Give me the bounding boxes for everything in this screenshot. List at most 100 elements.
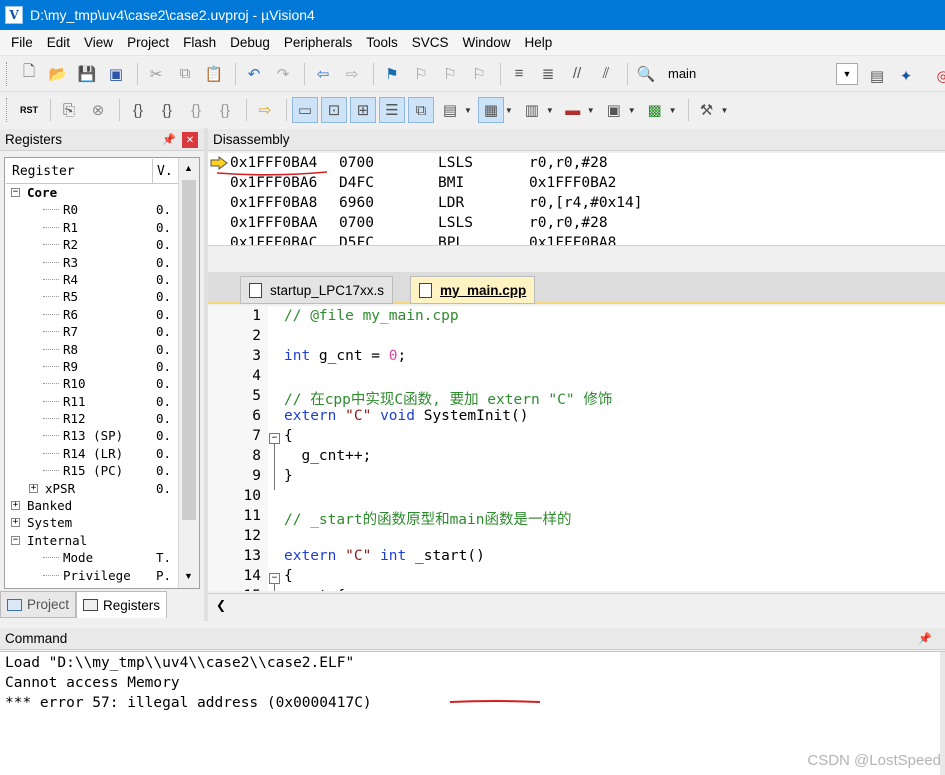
command-output[interactable]: Load "D:\\my_tmp\\uv4\\case2\\case2.ELF"… [0, 651, 945, 775]
expand-icon[interactable]: + [11, 501, 20, 511]
toolbar-grip[interactable] [6, 61, 10, 86]
register-value[interactable]: 0. [156, 427, 171, 444]
code-line[interactable]: extern "C" int _start() [284, 548, 485, 568]
menu-svcs[interactable]: SVCS [405, 35, 456, 50]
code-line[interactable]: { [284, 428, 293, 448]
tools-icon[interactable]: ⚒ [694, 97, 720, 123]
chevron-down-icon[interactable]: ▼ [464, 106, 472, 115]
code-line[interactable]: ret { [284, 588, 345, 591]
tab-project[interactable]: Project [0, 591, 77, 618]
register-value[interactable]: 0. [156, 410, 171, 427]
chevron-down-icon[interactable]: ▼ [546, 106, 554, 115]
menu-file[interactable]: File [4, 35, 40, 50]
code-line[interactable]: // @file my_main.cpp [284, 308, 459, 328]
chevron-down-icon[interactable]: ▼ [587, 106, 595, 115]
register-row[interactable]: R13 (SP) 0. [5, 427, 181, 444]
copy-icon[interactable]: ⧉ [172, 61, 198, 87]
bookmark-prev-icon[interactable]: ⚐ [408, 61, 434, 87]
collapse-icon[interactable]: − [11, 188, 20, 197]
code-line[interactable]: // 在cpp中实现C函数, 要加 extern "C" 修饰 [284, 388, 612, 408]
find-in-files-icon[interactable]: 🔍 [633, 61, 659, 87]
menu-peripherals[interactable]: Peripherals [277, 35, 359, 50]
disassembly-row[interactable]: 0x1FFF0BAC D5FC BPL 0x1FFF0BA8 [208, 233, 945, 245]
disassembly-window-icon[interactable]: ⊡ [321, 97, 347, 123]
unindent-icon[interactable]: ≣ [535, 61, 561, 87]
menu-window[interactable]: Window [455, 35, 517, 50]
register-value[interactable]: 0. [156, 341, 171, 358]
register-row[interactable]: R0 0. [5, 201, 181, 218]
register-row[interactable]: R3 0. [5, 254, 181, 271]
symbols-window-icon[interactable]: ⊞ [350, 97, 376, 123]
step-over-icon[interactable]: {} [154, 97, 180, 123]
command-window-icon[interactable]: ▭ [292, 97, 318, 123]
stop-icon[interactable]: ⊗ [85, 97, 111, 123]
code-line[interactable]: { [284, 568, 293, 588]
nav-forward-icon[interactable]: ⇨ [339, 61, 365, 87]
register-row[interactable]: R1 0. [5, 219, 181, 236]
scrollbar-thumb[interactable] [182, 180, 196, 520]
code-line[interactable]: } [284, 468, 293, 488]
browse-icon[interactable]: ▤ [864, 63, 890, 89]
nav-back-icon[interactable]: ⇦ [310, 61, 336, 87]
redo-icon[interactable]: ↷ [270, 61, 296, 87]
register-value[interactable]: 0. [156, 288, 171, 305]
register-row[interactable]: R12 0. [5, 410, 181, 427]
disassembly-row[interactable]: 0x1FFF0BA8 6960 LDR r0,[r4,#0x14] [208, 193, 945, 213]
register-row[interactable]: R2 0. [5, 236, 181, 253]
serial-window-icon[interactable]: ▥ [519, 97, 545, 123]
register-row[interactable]: − Core [5, 184, 181, 201]
register-value[interactable]: 0. [156, 323, 171, 340]
disassembly-row[interactable]: 0x1FFF0BAA 0700 LSLS r0,r0,#28 [208, 213, 945, 233]
save-all-icon[interactable]: ▣ [103, 61, 129, 87]
code-editor[interactable]: 1 // @file my_main.cpp 2 3 int g_cnt = 0; 4 5 /… [208, 306, 945, 591]
register-value[interactable]: T. [156, 549, 171, 566]
watch-window-icon[interactable]: ▤ [437, 97, 463, 123]
register-row[interactable]: R5 0. [5, 288, 181, 305]
menu-flash[interactable]: Flash [176, 35, 223, 50]
collapse-icon[interactable]: − [11, 535, 20, 545]
register-row[interactable]: + System [5, 514, 181, 531]
disassembly-hscrollbar[interactable] [208, 245, 945, 265]
column-value[interactable]: V. [153, 159, 178, 183]
analysis-window-icon[interactable]: ▬ [560, 97, 586, 123]
undo-icon[interactable]: ↶ [241, 61, 267, 87]
register-row[interactable]: R9 0. [5, 358, 181, 375]
register-value[interactable]: 0. [156, 219, 171, 236]
expand-icon[interactable]: + [11, 518, 20, 528]
reset-cpu-icon[interactable]: RST [16, 97, 42, 123]
register-row[interactable]: Mode T. [5, 549, 181, 566]
register-row[interactable]: R14 (LR) 0. [5, 445, 181, 462]
register-value[interactable]: 0. [156, 306, 171, 323]
bookmark-icon[interactable]: ⚑ [379, 61, 405, 87]
fold-toggle-icon[interactable]: − [269, 573, 280, 584]
tab-startup-file[interactable]: startup_LPC17xx.s [240, 276, 394, 304]
code-line[interactable]: // _start的函数原型和main函数是一样的 [284, 508, 572, 528]
call-stack-window-icon[interactable]: ⧉ [408, 97, 434, 123]
code-line[interactable]: int g_cnt = 0; [284, 348, 406, 368]
cut-icon[interactable]: ✂ [143, 61, 169, 87]
register-row[interactable]: R10 0. [5, 375, 181, 392]
code-line[interactable]: extern "C" void SystemInit() [284, 408, 528, 428]
bookmark-clear-icon[interactable]: ⚐ [466, 61, 492, 87]
scroll-down-icon[interactable]: ▼ [184, 571, 193, 581]
register-row[interactable]: + xPSR 0. [5, 480, 181, 497]
bookmark-next-icon[interactable]: ⚐ [437, 61, 463, 87]
register-value[interactable]: 0. [156, 375, 171, 392]
menu-project[interactable]: Project [120, 35, 176, 50]
menu-tools[interactable]: Tools [359, 35, 405, 50]
step-out-icon[interactable]: {} [183, 97, 209, 123]
system-viewer-icon[interactable]: ▩ [642, 97, 668, 123]
registers-tree[interactable]: Register V. − Core R0 0. R1 0. R2 0. R3 0. R4 0. R5 0… [4, 157, 200, 589]
close-icon[interactable]: ✕ [182, 132, 198, 148]
register-value[interactable]: 0. [156, 480, 171, 497]
column-register[interactable]: Register [6, 159, 153, 183]
register-row[interactable]: R11 0. [5, 393, 181, 410]
run-icon[interactable]: ⎘ [56, 97, 82, 123]
register-row[interactable]: − Internal [5, 532, 181, 549]
code-line[interactable]: g_cnt++; [284, 448, 371, 468]
toolbar-grip[interactable] [6, 98, 10, 122]
pin-icon[interactable]: 📌 [918, 632, 932, 645]
expand-icon[interactable]: + [29, 483, 38, 493]
tab-main-file[interactable]: my_main.cpp [410, 276, 536, 304]
register-value[interactable]: 0. [156, 236, 171, 253]
